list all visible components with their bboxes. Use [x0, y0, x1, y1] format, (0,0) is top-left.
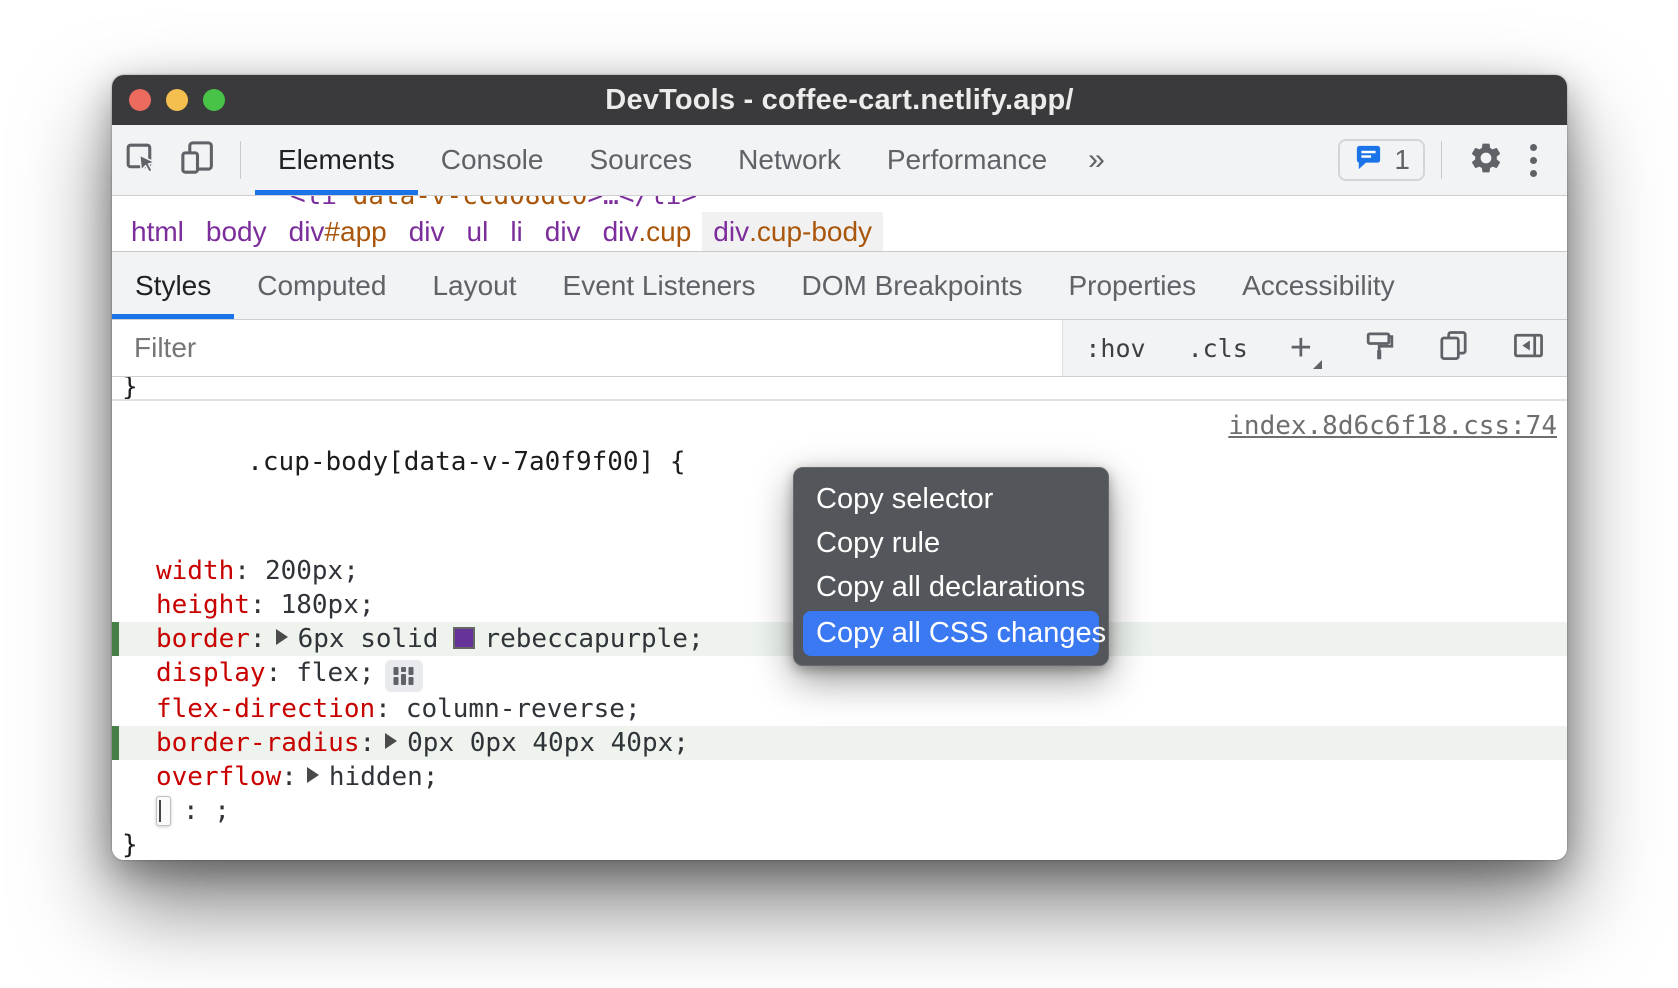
- element-classes-button[interactable]: .cls: [1188, 334, 1248, 363]
- tab-console[interactable]: Console: [418, 125, 567, 195]
- kebab-dot: [1530, 144, 1537, 151]
- previous-rule-close: }: [112, 377, 1567, 401]
- menu-item-copy-all-declarations[interactable]: Copy all declarations: [794, 565, 1108, 609]
- property-name-editor[interactable]: [156, 796, 171, 826]
- declaration-new-editing[interactable]: : ;: [112, 794, 1567, 828]
- tab-styles[interactable]: Styles: [112, 252, 234, 319]
- devtools-window: DevTools - coffee-cart.netlify.app/ Elem…: [112, 75, 1567, 860]
- inspect-cursor-icon: [122, 139, 159, 181]
- tab-dom-breakpoints[interactable]: DOM Breakpoints: [779, 252, 1046, 319]
- styles-filter-bar: :hov .cls +: [112, 320, 1567, 377]
- styles-filter-input[interactable]: [112, 320, 1062, 376]
- expand-shorthand-icon[interactable]: [385, 733, 397, 749]
- window-title: DevTools - coffee-cart.netlify.app/: [112, 84, 1567, 117]
- breadcrumb-item-li[interactable]: li: [499, 212, 533, 251]
- toolbar-separator: [1441, 141, 1442, 179]
- new-style-rule-button[interactable]: +: [1290, 329, 1320, 367]
- rendering-emulation-button[interactable]: [1362, 329, 1395, 367]
- devtools-toolbar: Elements Console Sources Network Perform…: [112, 125, 1567, 196]
- flex-editor-button[interactable]: [385, 660, 423, 692]
- declaration-border-radius[interactable]: border-radius:0px 0px 40px 40px;: [112, 726, 1567, 760]
- tab-performance[interactable]: Performance: [864, 125, 1070, 195]
- copy-styles-button[interactable]: [1437, 329, 1470, 367]
- breadcrumb-item-div-app[interactable]: div#app: [278, 212, 398, 251]
- window-titlebar: DevTools - coffee-cart.netlify.app/: [112, 75, 1567, 125]
- breadcrumb: html body div#app div ul li div div.cup …: [112, 212, 1567, 252]
- styles-filter-tools: :hov .cls +: [1062, 320, 1567, 376]
- css-selector: .cup-body[data-v-7a0f9f00] {: [247, 447, 685, 477]
- kebab-dot: [1530, 157, 1537, 164]
- toolbar-separator: [240, 141, 241, 179]
- flex-grid-icon: [391, 665, 416, 687]
- breadcrumb-item-body[interactable]: body: [195, 212, 278, 251]
- expand-shorthand-icon[interactable]: [307, 767, 319, 783]
- breadcrumb-item-ul[interactable]: ul: [456, 212, 500, 251]
- toggle-element-state-button[interactable]: :hov: [1085, 334, 1145, 363]
- tab-computed[interactable]: Computed: [234, 252, 409, 319]
- toggle-sidebar-button[interactable]: [1512, 329, 1545, 367]
- context-menu: Copy selector Copy rule Copy all declara…: [793, 467, 1109, 666]
- toolbar-right-cluster: 1: [1338, 125, 1567, 195]
- breadcrumb-item-div-cup[interactable]: div.cup: [592, 212, 703, 251]
- tab-accessibility[interactable]: Accessibility: [1219, 252, 1417, 319]
- breadcrumb-item-html[interactable]: html: [120, 212, 195, 251]
- tab-network[interactable]: Network: [715, 125, 864, 195]
- breadcrumb-item-div2[interactable]: div: [534, 212, 592, 251]
- color-swatch-rebeccapurple[interactable]: [453, 627, 475, 649]
- dom-node-li: <li data-v-ccd08dc0>…</li>: [112, 196, 1567, 212]
- chevron-double-icon: »: [1088, 143, 1105, 177]
- menu-item-copy-all-css-changes[interactable]: Copy all CSS changes: [803, 611, 1099, 656]
- elements-tree-clipped-row[interactable]: <li data-v-ccd08dc0>…</li>: [112, 196, 1567, 212]
- declaration-overflow[interactable]: overflow:hidden;: [112, 760, 1567, 794]
- styles-pane-tabs: Styles Computed Layout Event Listeners D…: [112, 252, 1567, 320]
- breadcrumb-item-div-cup-body[interactable]: div.cup-body: [702, 212, 883, 251]
- more-options-button[interactable]: [1514, 144, 1553, 177]
- issues-chat-icon: [1353, 142, 1384, 178]
- device-toolbar-button[interactable]: [169, 125, 226, 195]
- dock-sidebar-icon: [1512, 329, 1545, 367]
- inspect-element-button[interactable]: [112, 125, 169, 195]
- tab-elements[interactable]: Elements: [255, 125, 418, 195]
- tab-sources[interactable]: Sources: [566, 125, 715, 195]
- declaration-flex-direction[interactable]: flex-direction:column-reverse;: [112, 692, 1567, 726]
- paint-roller-icon: [1362, 329, 1395, 367]
- breadcrumb-item-div[interactable]: div: [398, 212, 456, 251]
- issues-count: 1: [1394, 144, 1410, 176]
- tab-properties[interactable]: Properties: [1045, 252, 1219, 319]
- stylesheet-source-link[interactable]: index.8d6c6f18.css:74: [1228, 408, 1557, 444]
- kebab-dot: [1530, 170, 1537, 177]
- tab-layout[interactable]: Layout: [409, 252, 539, 319]
- copy-icon: [1437, 329, 1470, 367]
- device-toolbar-icon: [179, 139, 216, 181]
- tab-event-listeners[interactable]: Event Listeners: [540, 252, 779, 319]
- menu-item-copy-selector[interactable]: Copy selector: [794, 477, 1108, 521]
- css-rule-close: }: [112, 828, 1567, 860]
- menu-item-copy-rule[interactable]: Copy rule: [794, 521, 1108, 565]
- expand-shorthand-icon[interactable]: [276, 629, 288, 645]
- more-tabs-button[interactable]: »: [1070, 125, 1123, 195]
- issues-button[interactable]: 1: [1338, 139, 1425, 181]
- gear-icon: [1468, 140, 1504, 181]
- settings-button[interactable]: [1458, 140, 1514, 181]
